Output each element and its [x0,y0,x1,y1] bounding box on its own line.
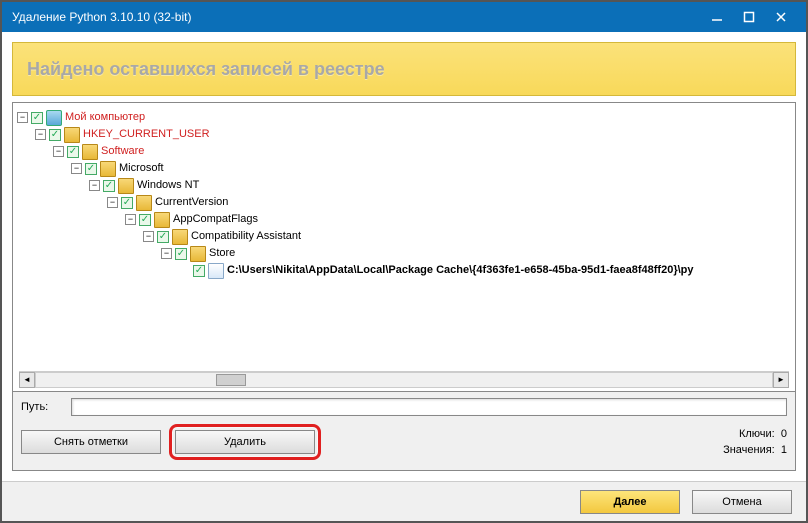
checkbox[interactable]: ✓ [85,163,97,175]
expander-icon[interactable]: − [161,248,172,259]
checkbox[interactable]: ✓ [193,265,205,277]
node-label: CurrentVersion [155,194,228,211]
expander-icon[interactable]: − [71,163,82,174]
checkbox[interactable]: ✓ [175,248,187,260]
page-icon [208,263,224,279]
folder-icon [118,178,134,194]
expander-icon[interactable]: − [125,214,136,225]
cancel-button[interactable]: Отмена [692,490,792,514]
values-label: Значения: [723,444,775,456]
expander-icon[interactable]: − [53,146,64,157]
folder-icon [82,144,98,160]
checkbox[interactable]: ✓ [103,180,115,192]
scroll-track[interactable] [35,372,773,388]
uncheck-all-button[interactable]: Снять отметки [21,430,161,454]
tree-node[interactable]: ✓ C:\Users\Nikita\AppData\Local\Package C… [17,262,791,279]
tree-node[interactable]: −✓ Мой компьютер [17,109,791,126]
scroll-right-button[interactable]: ► [773,372,789,388]
checkbox[interactable]: ✓ [49,129,61,141]
node-label: Store [209,245,235,262]
path-section: Путь: Снять отметки Удалить Ключи: 0 Зна… [12,392,796,471]
folder-icon [154,212,170,228]
keys-label: Ключи: [739,428,775,440]
scroll-thumb[interactable] [216,374,246,386]
button-row: Снять отметки Удалить Ключи: 0 Значения:… [21,424,787,460]
path-label: Путь: [21,401,71,413]
tree-node[interactable]: −✓ Software [17,143,791,160]
checkbox[interactable]: ✓ [121,197,133,209]
keys-value: 0 [781,428,787,440]
scroll-left-button[interactable]: ◄ [19,372,35,388]
expander-icon[interactable]: − [35,129,46,140]
folder-icon [64,127,80,143]
tree-node[interactable]: −✓ Windows NT [17,177,791,194]
node-label: Software [101,143,144,160]
horizontal-scrollbar[interactable]: ◄ ► [19,371,789,387]
node-label: Windows NT [137,177,199,194]
expander-icon[interactable]: − [143,231,154,242]
node-label: HKEY_CURRENT_USER [83,126,210,143]
delete-highlight: Удалить [169,424,321,460]
tree-node[interactable]: −✓ HKEY_CURRENT_USER [17,126,791,143]
stats: Ключи: 0 Значения: 1 [723,426,787,458]
close-button[interactable] [774,10,788,24]
path-row: Путь: [21,398,787,416]
values-value: 1 [781,444,787,456]
checkbox[interactable]: ✓ [157,231,169,243]
computer-icon [46,110,62,126]
expander-icon[interactable]: − [89,180,100,191]
registry-tree-container: −✓Мой компьютер−✓HKEY_CURRENT_USER−✓Soft… [12,102,796,392]
footer: Далее Отмена [2,481,806,521]
maximize-button[interactable] [742,10,756,24]
tree-node[interactable]: −✓ Compatibility Assistant [17,228,791,245]
folder-icon [136,195,152,211]
folder-icon [100,161,116,177]
node-label: AppCompatFlags [173,211,258,228]
checkbox[interactable]: ✓ [67,146,79,158]
tree-node[interactable]: −✓ AppCompatFlags [17,211,791,228]
node-label: Microsoft [119,160,164,177]
window-title: Удаление Python 3.10.10 (32-bit) [12,10,710,24]
banner-title: Найдено оставшихся записей в реестре [27,59,385,80]
tree-node[interactable]: −✓ CurrentVersion [17,194,791,211]
checkbox[interactable]: ✓ [139,214,151,226]
node-label: Compatibility Assistant [191,228,301,245]
node-label: C:\Users\Nikita\AppData\Local\Package Ca… [227,262,694,279]
checkbox[interactable]: ✓ [31,112,43,124]
content-area: Найдено оставшихся записей в реестре −✓М… [2,32,806,481]
node-label: Мой компьютер [65,109,145,126]
tree-node[interactable]: −✓ Microsoft [17,160,791,177]
expander-icon[interactable]: − [107,197,118,208]
registry-tree[interactable]: −✓Мой компьютер−✓HKEY_CURRENT_USER−✓Soft… [17,109,791,279]
next-button[interactable]: Далее [580,490,680,514]
path-input[interactable] [71,398,787,416]
delete-button[interactable]: Удалить [175,430,315,454]
tree-node[interactable]: −✓ Store [17,245,791,262]
titlebar: Удаление Python 3.10.10 (32-bit) [2,2,806,32]
window-controls [710,10,788,24]
folder-icon [190,246,206,262]
expander-icon[interactable]: − [17,112,28,123]
minimize-button[interactable] [710,10,724,24]
banner: Найдено оставшихся записей в реестре [12,42,796,96]
folder-icon [172,229,188,245]
